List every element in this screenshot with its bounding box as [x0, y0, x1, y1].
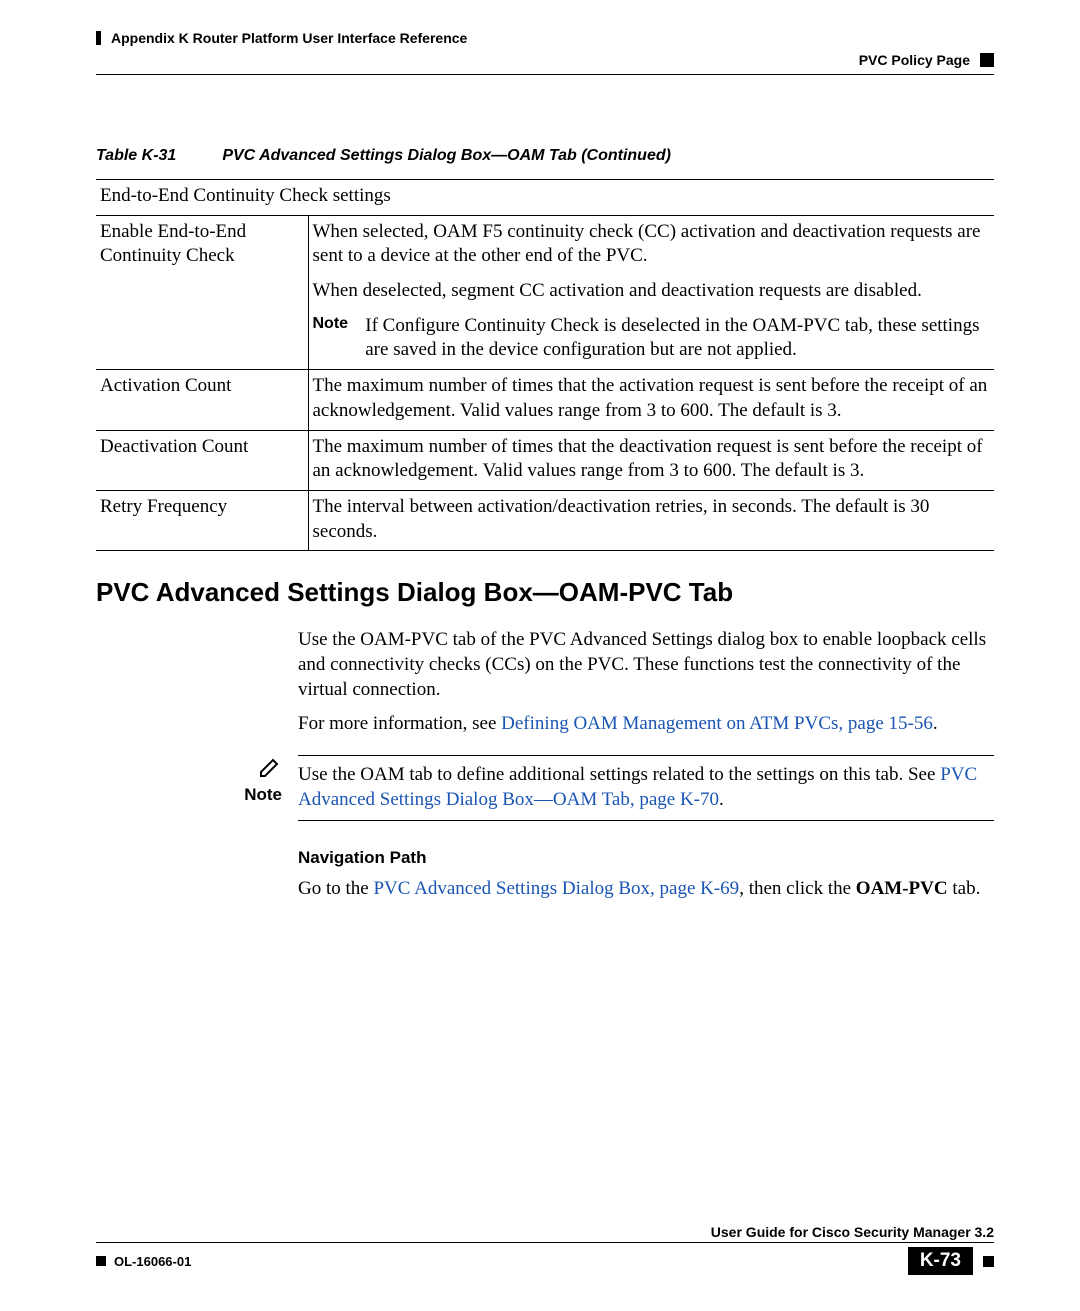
- row-label-enable-cc: Enable End-to-End Continuity Check: [96, 215, 308, 369]
- row-text-enable-cc-p2: When deselected, segment CC activation a…: [308, 275, 994, 310]
- row-text-activation: The maximum number of times that the act…: [308, 370, 994, 430]
- section-p2-post: .: [933, 713, 938, 734]
- nav-pre: Go to the: [298, 878, 373, 899]
- section-p1: Use the OAM-PVC tab of the PVC Advanced …: [298, 628, 994, 702]
- header-right-text: PVC Policy Page: [859, 52, 970, 68]
- table-note-body: If Configure Continuity Check is deselec…: [365, 314, 981, 363]
- row-text-enable-cc-p1: When selected, OAM F5 continuity check (…: [308, 215, 994, 275]
- table-caption-title: PVC Advanced Settings Dialog Box—OAM Tab…: [222, 147, 671, 164]
- nav-text: Go to the PVC Advanced Settings Dialog B…: [298, 877, 994, 902]
- table-number: Table K-31: [96, 147, 176, 164]
- header-bar-icon: [96, 31, 101, 45]
- footer-doc-id: OL-16066-01: [114, 1254, 191, 1269]
- body-block: Use the OAM-PVC tab of the PVC Advanced …: [298, 628, 994, 737]
- row-label-activation: Activation Count: [96, 370, 308, 430]
- nav-heading: Navigation Path: [298, 847, 994, 869]
- row-text-retry: The interval between activation/deactiva…: [308, 490, 994, 550]
- footer-right-square-icon: [983, 1256, 994, 1267]
- page-header: Appendix K Router Platform User Interfac…: [96, 30, 994, 75]
- row-label-deactivation: Deactivation Count: [96, 430, 308, 490]
- row-text-deactivation: The maximum number of times that the dea…: [308, 430, 994, 490]
- table-note-label: Note: [313, 314, 361, 335]
- page-footer: User Guide for Cisco Security Manager 3.…: [96, 1224, 994, 1275]
- row-label-retry: Retry Frequency: [96, 490, 308, 550]
- section-p2-pre: For more information, see: [298, 713, 501, 734]
- nav-bold: OAM-PVC: [856, 878, 948, 899]
- note-post: .: [719, 789, 724, 810]
- note-label: Note: [244, 785, 282, 805]
- note-section: Note Use the OAM tab to define additiona…: [96, 755, 994, 821]
- section-p2: For more information, see Defining OAM M…: [298, 712, 994, 737]
- note-pre: Use the OAM tab to define additional set…: [298, 764, 940, 785]
- header-square-icon: [980, 53, 994, 67]
- table-caption: Table K-31 PVC Advanced Settings Dialog B…: [96, 147, 994, 165]
- section-title: PVC Advanced Settings Dialog Box—OAM-PVC…: [96, 577, 994, 608]
- note-body: Use the OAM tab to define additional set…: [298, 755, 994, 821]
- footer-guide: User Guide for Cisco Security Manager 3.…: [96, 1224, 994, 1243]
- link-defining-oam[interactable]: Defining OAM Management on ATM PVCs, pag…: [501, 713, 933, 734]
- settings-table: End-to-End Continuity Check settings Ena…: [96, 179, 994, 551]
- link-advanced-settings[interactable]: PVC Advanced Settings Dialog Box, page K…: [373, 878, 739, 899]
- footer-left-square-icon: [96, 1256, 106, 1266]
- header-left-text: Appendix K Router Platform User Interfac…: [111, 30, 467, 46]
- page-number: K-73: [908, 1247, 973, 1275]
- nav-post: tab.: [948, 878, 981, 899]
- pencil-icon: [258, 755, 282, 779]
- nav-mid: , then click the: [739, 878, 856, 899]
- table-section-header: End-to-End Continuity Check settings: [96, 180, 994, 216]
- row-note-enable-cc: Note If Configure Continuity Check is de…: [308, 310, 994, 370]
